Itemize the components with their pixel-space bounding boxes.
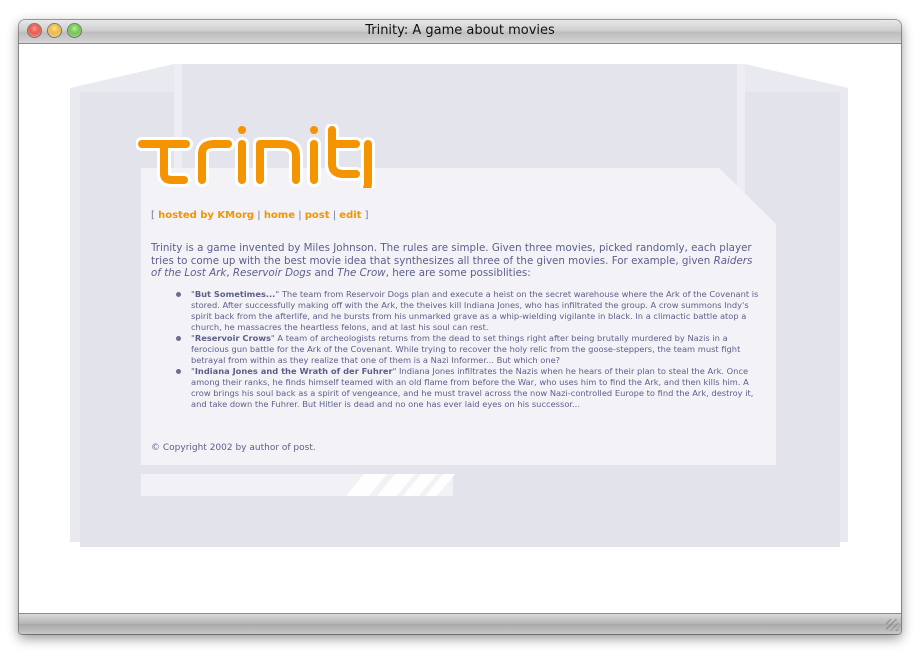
nav-bracket-close: ] <box>364 210 369 221</box>
intro-sep: , <box>226 267 230 280</box>
nav-links: [ hosted by KMorg | home | post | edit ] <box>151 210 369 221</box>
title-bar[interactable]: Trinity: A game about movies <box>19 20 901 44</box>
nav-separator: | <box>257 210 261 221</box>
idea-title: Reservoir Crows <box>194 333 271 343</box>
copyright-footer: © Copyright 2002 by author of post. <box>151 443 316 453</box>
nav-link-post[interactable]: post <box>305 210 330 221</box>
idea-title: Indiana Jones and the Wrath of der Fuhre… <box>194 366 393 376</box>
nav-bracket-open: [ <box>151 210 155 221</box>
page-content: [ hosted by KMorg | home | post | edit ]… <box>19 44 901 614</box>
trinity-logo <box>136 124 375 188</box>
nav-separator: | <box>332 210 337 221</box>
intro-text: Trinity is a game invented by Miles John… <box>151 242 752 267</box>
status-bar <box>19 613 901 634</box>
browser-window: Trinity: A game about movies [hosted by… <box>19 20 901 634</box>
intro-paragraph: Trinity is a game invented by Miles John… <box>151 242 763 280</box>
example-movie-2: Reservoir Dogs <box>232 267 312 280</box>
nav-link-hosted-by[interactable]: hosted by KMorg <box>158 210 254 221</box>
list-item: "Reservoir Crows" A team of archeologist… <box>171 333 765 366</box>
idea-text: The team from Reservoir Dogs plan and ex… <box>191 289 759 332</box>
list-item: "But Sometimes..." The team from Reservo… <box>171 289 765 333</box>
resize-grip-icon[interactable] <box>886 619 898 631</box>
list-item: "Indiana Jones and the Wrath of der Fuhr… <box>171 366 765 410</box>
example-movie-3: The Crow <box>337 267 386 280</box>
idea-title: But Sometimes... <box>194 289 276 299</box>
nav-link-home[interactable]: home <box>264 210 295 221</box>
intro-and: and <box>314 267 334 280</box>
intro-tail: , here are some possiblities: <box>385 267 531 280</box>
nav-link-edit[interactable]: edit <box>339 210 361 221</box>
nav-separator: | <box>298 210 302 221</box>
idea-text: A team of archeologists returns from the… <box>191 333 741 365</box>
window-title: Trinity: A game about movies <box>365 23 555 38</box>
movie-ideas-list: "But Sometimes..." The team from Reservo… <box>171 289 765 410</box>
